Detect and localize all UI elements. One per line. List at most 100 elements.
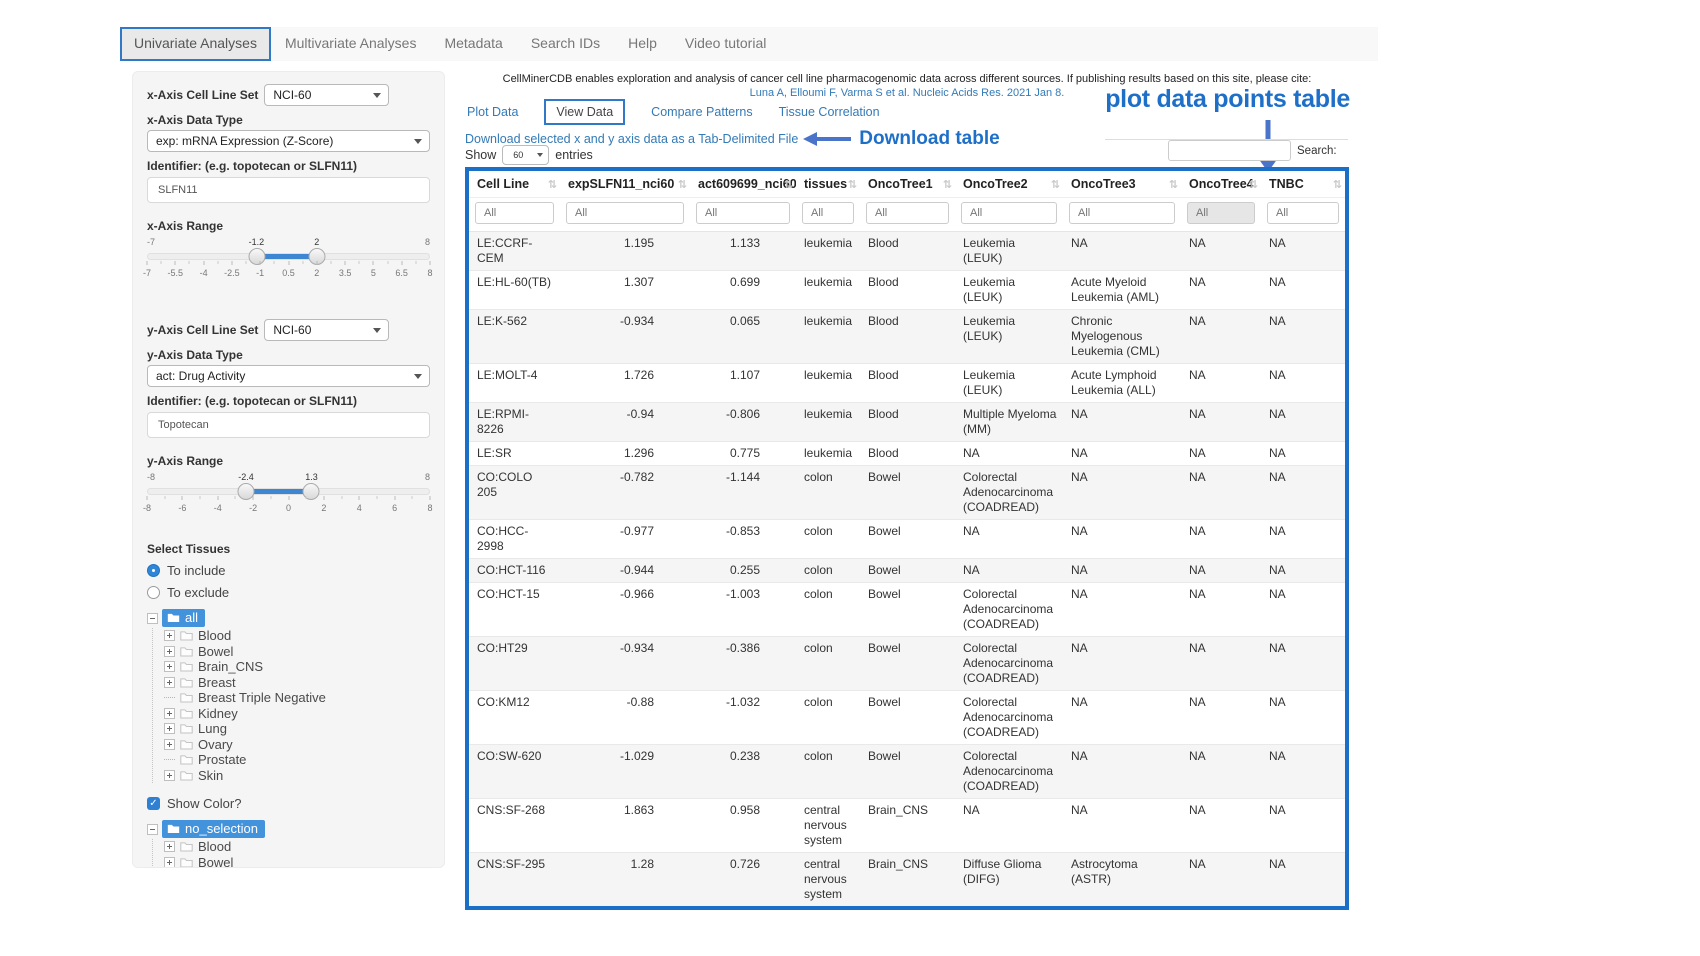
annotation-plot-data-points-table: plot data points table bbox=[1050, 85, 1350, 114]
expand-icon[interactable] bbox=[164, 723, 175, 734]
tab-bar: Plot Data View Data Compare Patterns Tissue… bbox=[467, 100, 880, 124]
cell-tissues: leukemia bbox=[796, 364, 860, 403]
x-identifier-input[interactable] bbox=[147, 177, 430, 203]
y-identifier-input[interactable] bbox=[147, 412, 430, 438]
filter-cell-cell-line bbox=[469, 198, 560, 232]
search-label: Search: bbox=[1297, 145, 1337, 157]
table-row: CO:HCT-15-0.966-1.003colonBowelColorecta… bbox=[469, 583, 1345, 637]
tick-mark bbox=[203, 261, 204, 265]
x-data-type-select[interactable]: exp: mRNA Expression (Z-Score) bbox=[147, 130, 430, 152]
column-header-tissues[interactable]: tissues⇅ bbox=[796, 171, 860, 198]
column-header-oncotree2[interactable]: OncoTree2⇅ bbox=[955, 171, 1063, 198]
column-header-oncotree1[interactable]: OncoTree1⇅ bbox=[860, 171, 955, 198]
cell-oncotree4: NA bbox=[1181, 466, 1261, 520]
cell-oncotree2: NA bbox=[955, 799, 1063, 853]
filter-input-expslfn11-nci60[interactable] bbox=[566, 202, 684, 224]
nav-item-multivariate-analyses[interactable]: Multivariate Analyses bbox=[271, 27, 431, 61]
nav-item-search-ids[interactable]: Search IDs bbox=[517, 27, 614, 61]
column-header-cell-line[interactable]: Cell Line⇅ bbox=[469, 171, 560, 198]
tree-item-lung[interactable]: Lung bbox=[164, 721, 430, 737]
entries-label: entries bbox=[555, 148, 593, 162]
column-header-oncotree3[interactable]: OncoTree3⇅ bbox=[1063, 171, 1181, 198]
filter-input-oncotree4[interactable] bbox=[1187, 202, 1255, 224]
tree-item-prostate[interactable]: Prostate bbox=[164, 752, 430, 768]
cell-oncotree1: Bowel bbox=[860, 466, 955, 520]
tick-label: 5 bbox=[371, 268, 376, 278]
tab-compare-patterns[interactable]: Compare Patterns bbox=[651, 105, 752, 119]
tick-mark bbox=[200, 496, 201, 499]
tree-item-brain-cns[interactable]: Brain_CNS bbox=[164, 659, 430, 675]
slider-track[interactable] bbox=[147, 253, 430, 260]
expand-icon[interactable] bbox=[164, 630, 175, 641]
entries-value: 60 bbox=[513, 150, 523, 160]
tree-item-kidney[interactable]: Kidney bbox=[164, 706, 430, 722]
tab-plot-data[interactable]: Plot Data bbox=[467, 105, 518, 119]
column-header-oncotree4[interactable]: OncoTree4⇅ bbox=[1181, 171, 1261, 198]
cell-tnbc: NA bbox=[1261, 232, 1345, 271]
entries-select[interactable]: 60 bbox=[502, 145, 549, 165]
y-range-slider[interactable]: -88-2.41.3-8-6-4-202468 bbox=[147, 472, 430, 520]
chevron-down-icon bbox=[414, 139, 422, 144]
cell-oncotree2: Diffuse Glioma (DIFG) bbox=[955, 853, 1063, 907]
folder-icon bbox=[180, 630, 193, 641]
tree-item-ovary[interactable]: Ovary bbox=[164, 737, 430, 753]
tree-root-no-selection[interactable]: no_selection bbox=[162, 820, 265, 838]
filter-input-oncotree2[interactable] bbox=[961, 202, 1057, 224]
x-cell-line-set-select[interactable]: NCI-60 bbox=[264, 84, 389, 106]
cell-oncotree3: NA bbox=[1063, 637, 1181, 691]
tree-item-skin[interactable]: Skin bbox=[164, 768, 430, 784]
expand-icon[interactable] bbox=[164, 857, 175, 868]
cell-act609699-nci60: 0.726 bbox=[690, 853, 796, 907]
tick-mark bbox=[430, 496, 431, 500]
radio-to-include[interactable]: To include bbox=[147, 563, 430, 578]
expand-icon[interactable] bbox=[164, 677, 175, 688]
nav-item-video-tutorial[interactable]: Video tutorial bbox=[671, 27, 780, 61]
tree-item-bowel[interactable]: Bowel bbox=[164, 855, 430, 869]
column-header-tnbc[interactable]: TNBC⇅ bbox=[1261, 171, 1345, 198]
expand-icon[interactable] bbox=[164, 770, 175, 781]
show-color-checkbox-row[interactable]: ✓ Show Color? bbox=[147, 796, 430, 811]
cell-expslfn11-nci60: 1.863 bbox=[560, 799, 690, 853]
tab-view-data[interactable]: View Data bbox=[544, 99, 625, 125]
expand-icon[interactable] bbox=[164, 661, 175, 672]
filter-input-act609699-nci60[interactable] bbox=[696, 202, 790, 224]
search-input[interactable] bbox=[1168, 140, 1291, 161]
filter-input-cell-line[interactable] bbox=[475, 202, 554, 224]
tab-tissue-correlation[interactable]: Tissue Correlation bbox=[779, 105, 880, 119]
tick-label: -7 bbox=[143, 268, 151, 278]
filter-input-tissues[interactable] bbox=[802, 202, 854, 224]
expand-icon[interactable] bbox=[164, 646, 175, 657]
column-header-expslfn11-nci60[interactable]: expSLFN11_nci60⇅ bbox=[560, 171, 690, 198]
collapse-icon[interactable] bbox=[147, 824, 158, 835]
expand-icon[interactable] bbox=[164, 841, 175, 852]
filter-input-tnbc[interactable] bbox=[1267, 202, 1339, 224]
cell-act609699-nci60: 0.775 bbox=[690, 442, 796, 466]
nav-item-univariate-analyses[interactable]: Univariate Analyses bbox=[120, 27, 271, 61]
tree-item-breast-triple-negative[interactable]: Breast Triple Negative bbox=[164, 690, 430, 706]
tree-item-breast[interactable]: Breast bbox=[164, 675, 430, 691]
nav-item-help[interactable]: Help bbox=[614, 27, 671, 61]
tick-mark bbox=[189, 261, 190, 264]
expand-icon[interactable] bbox=[164, 739, 175, 750]
expand-icon[interactable] bbox=[164, 708, 175, 719]
tree-item-bowel[interactable]: Bowel bbox=[164, 644, 430, 660]
y-data-type-select[interactable]: act: Drug Activity bbox=[147, 365, 430, 387]
column-header-label: expSLFN11_nci60 bbox=[568, 177, 674, 191]
download-arrow-icon bbox=[803, 132, 851, 146]
x-range-slider[interactable]: -78-1.22-7-5.5-4-2.5-10.523.556.58 bbox=[147, 237, 430, 285]
filter-input-oncotree3[interactable] bbox=[1069, 202, 1175, 224]
column-header-act609699-nci60[interactable]: act609699_nci60⇅ bbox=[690, 171, 796, 198]
tree-item-blood[interactable]: Blood bbox=[164, 628, 430, 644]
filter-cell-tissues bbox=[796, 198, 860, 232]
slider-track[interactable] bbox=[147, 488, 430, 495]
nav-item-metadata[interactable]: Metadata bbox=[430, 27, 516, 61]
radio-to-exclude[interactable]: To exclude bbox=[147, 585, 430, 600]
filter-input-oncotree1[interactable] bbox=[866, 202, 949, 224]
tick-label: -2.5 bbox=[224, 268, 240, 278]
download-link[interactable]: Download selected x and y axis data as a… bbox=[465, 132, 798, 146]
tree-item-blood[interactable]: Blood bbox=[164, 839, 430, 855]
y-cell-line-set-select[interactable]: NCI-60 bbox=[264, 319, 389, 341]
collapse-icon[interactable] bbox=[147, 613, 158, 624]
tick-mark bbox=[231, 261, 232, 265]
tree-root-all[interactable]: all bbox=[162, 609, 205, 627]
